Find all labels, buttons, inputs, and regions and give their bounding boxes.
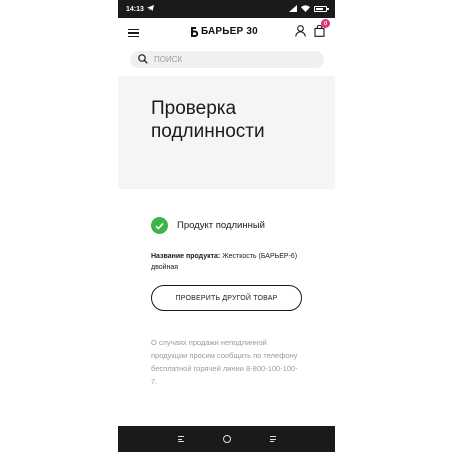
logo-text: БАРЬЕР 30 xyxy=(201,26,258,37)
menu-icon[interactable] xyxy=(128,29,139,37)
system-nav-bar xyxy=(118,426,335,452)
page-title: Проверка подлинности xyxy=(151,98,265,142)
logo-mark-icon xyxy=(191,26,199,37)
search-icon xyxy=(138,51,148,69)
phone-screen: 14:13 БАРЬЕР 30 0 поиск Проверка подлинн… xyxy=(118,0,335,452)
status-icons xyxy=(289,4,329,14)
telegram-send-icon xyxy=(146,5,154,13)
battery-icon xyxy=(314,6,329,12)
user-icon[interactable] xyxy=(295,24,306,42)
brand-logo[interactable]: БАРЬЕР 30 xyxy=(190,26,258,37)
wifi-icon xyxy=(301,4,310,14)
search-bar[interactable] xyxy=(130,51,324,68)
product-name-label: Название продукта: xyxy=(151,253,221,260)
verification-result: Продукт подлинный xyxy=(151,217,265,234)
check-another-button[interactable]: ПРОВЕРИТЬ ДРУГОЙ ТОВАР xyxy=(151,285,302,311)
status-bar: 14:13 xyxy=(118,0,335,18)
cart-icon[interactable]: 0 xyxy=(314,19,330,42)
hotline-note: О случаях продажи неподлинной продукции … xyxy=(151,338,298,386)
product-info: Название продукта: Жесткость (БАРЬЕР-6) … xyxy=(151,251,301,273)
result-status-text: Продукт подлинный xyxy=(177,220,265,231)
check-circle-icon xyxy=(151,217,168,234)
home-icon[interactable] xyxy=(222,435,231,443)
cart-count-badge: 0 xyxy=(321,19,330,28)
header-actions: 0 xyxy=(295,19,330,42)
battery-level xyxy=(316,8,324,10)
app-header: БАРЬЕР 30 0 xyxy=(118,18,335,48)
hero-section: Проверка подлинности xyxy=(118,76,335,189)
signal-icon xyxy=(289,4,297,14)
recent-apps-icon[interactable] xyxy=(177,436,184,442)
back-icon[interactable] xyxy=(269,436,276,442)
status-time: 14:13 xyxy=(126,5,144,13)
search-input[interactable] xyxy=(154,55,304,64)
